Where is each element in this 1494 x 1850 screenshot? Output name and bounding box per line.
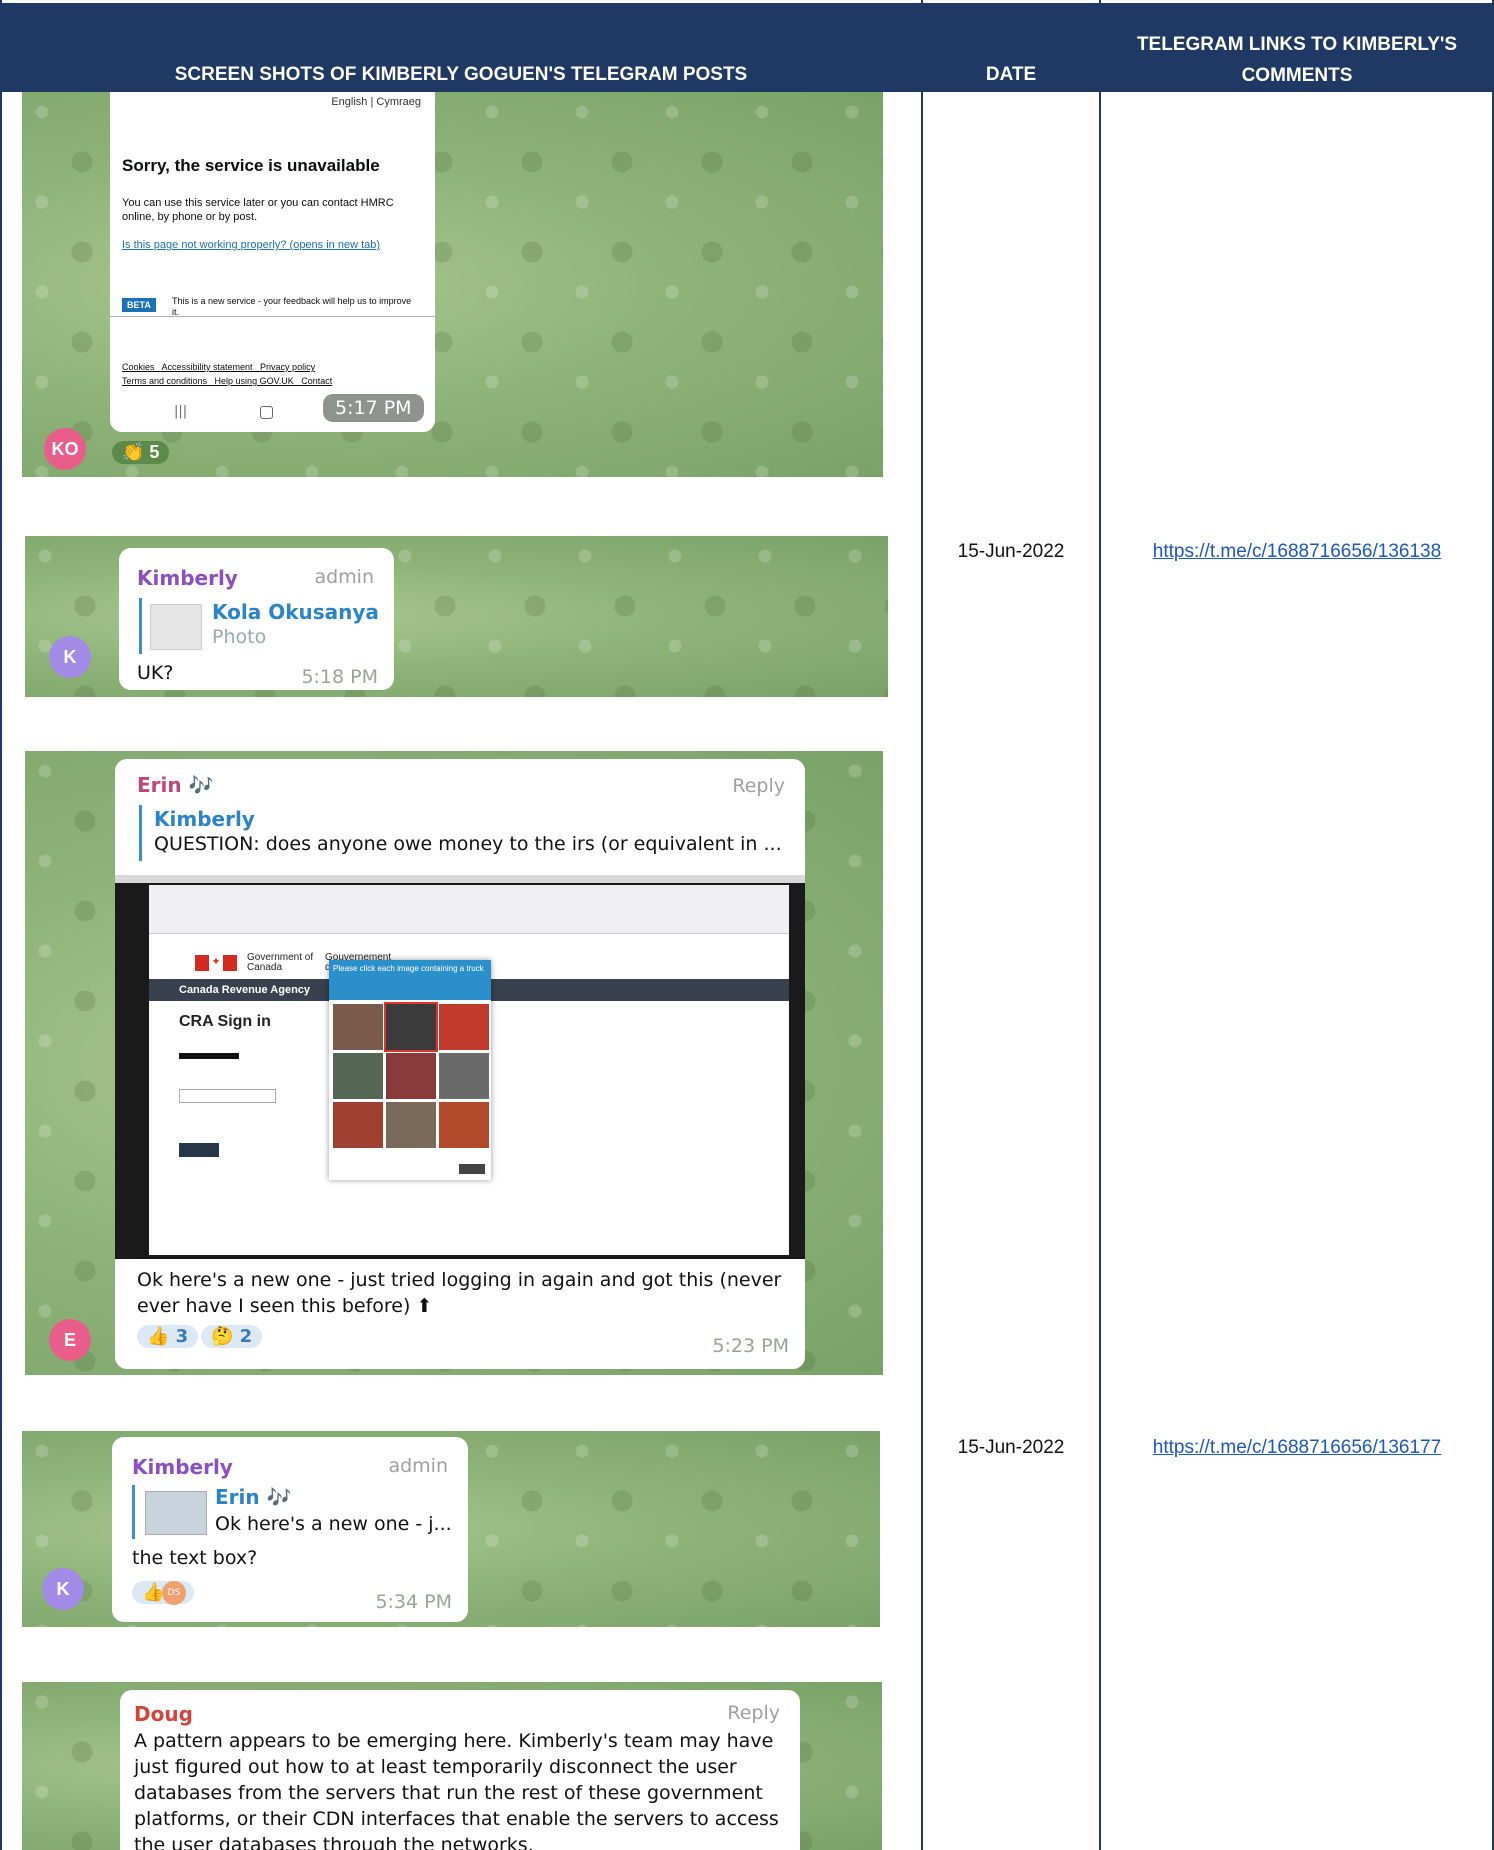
canada-flag-icon [223,955,237,971]
avatar: K [49,636,91,678]
sender-name: Kimberly [132,1455,233,1479]
sender-name: Kimberly [137,566,238,590]
admin-badge: admin [388,1455,448,1477]
gov-name-en: Government of Canada [247,952,314,973]
avatar: K [42,1568,84,1610]
hmrc-body: You can use this service later or you ca… [122,197,394,223]
message-bubble: Kimberly admin Erin 🎶 Ok here's a new on… [112,1437,468,1622]
quoted-message: Erin 🎶 Ok here's a new one - j... [132,1485,455,1539]
embedded-cra-screenshot: ✦ Government of Canada Gouvernement du C… [115,875,805,1259]
quote-text: QUESTION: does anyone owe money to the i… [154,833,782,855]
footer-links: Cookies Accessibility statement Privacy … [122,362,316,372]
avatar: E [49,1319,91,1361]
table-border-col [921,0,923,1850]
document-page: SCREEN SHOTS OF KIMBERLY GOGUEN'S TELEGR… [0,0,1494,1850]
divider [110,316,435,317]
row-date: 15-Jun-2022 [957,1437,1065,1458]
row-date: 15-Jun-2022 [957,541,1065,562]
reply-label: Reply [732,775,785,797]
sender-name: Erin 🎶 [137,773,214,797]
hmrc-page-card: English | Cymraeg Sorry, the service is … [110,92,435,432]
reply-label: Reply [727,1702,780,1724]
screenshot-doug: Doug Reply A pattern appears to be emerg… [22,1682,882,1850]
table-border-col [1099,0,1101,1850]
header-date: DATE [985,64,1037,85]
message-bubble: Erin 🎶 Reply Kimberly QUESTION: does any… [115,759,805,1369]
screenshot-hmrc: English | Cymraeg Sorry, the service is … [22,92,883,477]
quote-text: Ok here's a new one - j... [215,1513,452,1535]
header-links: TELEGRAM LINKS TO KIMBERLY'S COMMENTS [1136,34,1458,86]
nav-home-icon [260,406,273,419]
canada-flag-icon [195,955,209,971]
captcha-dialog: Please click each image containing a tru… [329,960,491,1180]
quoted-message: Kola Okusanya Photo [139,598,379,654]
screenshot-kimberly-textbox: Kimberly admin Erin 🎶 Ok here's a new on… [22,1431,880,1627]
reaction-badge: 👏 5 [112,441,170,464]
language-switch: English | Cymraeg [331,96,421,108]
captcha-grid [333,1002,489,1148]
quote-type: Photo [212,626,267,648]
mac-menubar [115,875,805,883]
captcha-prompt: Please click each image containing a tru… [329,960,491,1000]
hmrc-help-link: Is this page not working properly? (open… [122,239,381,251]
header-screenshots: SCREEN SHOTS OF KIMBERLY GOGUEN'S TELEGR… [174,64,748,85]
message-text: UK? [137,662,174,684]
message-time: 5:17 PM [323,394,424,422]
browser-toolbar [149,885,789,934]
reaction-badge: 🤔 2 [201,1325,263,1348]
message-text: Ok here's a new one - just tried logging… [137,1269,782,1317]
message-text: the text box? [132,1547,258,1569]
screenshot-kimberly-uk: Kimberly admin Kola Okusanya Photo UK? 5… [25,536,888,697]
browser-window: ✦ Government of Canada Gouvernement du C… [149,885,789,1255]
table-border-left [0,0,2,1850]
reaction-badge: 👍 3 [137,1325,199,1348]
telegram-link[interactable]: https://t.me/c/1688716656/136138 [1100,541,1494,563]
message-bubble: Kimberly admin Kola Okusanya Photo UK? 5… [119,548,394,690]
quote-author: Kola Okusanya [212,600,379,624]
sender-name: Doug [134,1702,193,1726]
reactor-avatar: DS [162,1581,186,1605]
quote-author: Erin 🎶 [215,1485,292,1509]
message-text: A pattern appears to be emerging here. K… [134,1730,779,1850]
cra-signin-title: CRA Sign in [179,1013,271,1030]
hmrc-title: Sorry, the service is unavailable [122,156,380,175]
signin-form [179,1043,299,1223]
maple-leaf-icon: ✦ [209,955,223,971]
telegram-link[interactable]: https://t.me/c/1688716656/136177 [1100,1437,1494,1459]
nav-recents-icon: ||| [174,404,188,419]
beta-badge: BETA [122,298,156,312]
message-time: 5:34 PM [375,1591,452,1613]
footer-links: Terms and conditions Help using GOV.UK C… [122,376,333,386]
table-header: SCREEN SHOTS OF KIMBERLY GOGUEN'S TELEGR… [0,0,1494,95]
quoted-photo-thumb [150,604,202,650]
screenshot-erin-cra: Erin 🎶 Reply Kimberly QUESTION: does any… [25,751,883,1375]
message-time: 5:18 PM [301,666,378,688]
quoted-photo-thumb [145,1491,207,1535]
beta-text: This is a new service - your feedback wi… [172,296,412,317]
quoted-message: Kimberly QUESTION: does anyone owe money… [139,805,782,861]
message-time: 5:23 PM [712,1335,789,1357]
avatar: KO [44,428,86,470]
message-bubble: Doug Reply A pattern appears to be emerg… [120,1690,800,1850]
captcha-skip-button [459,1164,485,1174]
quote-author: Kimberly [154,807,255,831]
admin-badge: admin [314,566,374,588]
